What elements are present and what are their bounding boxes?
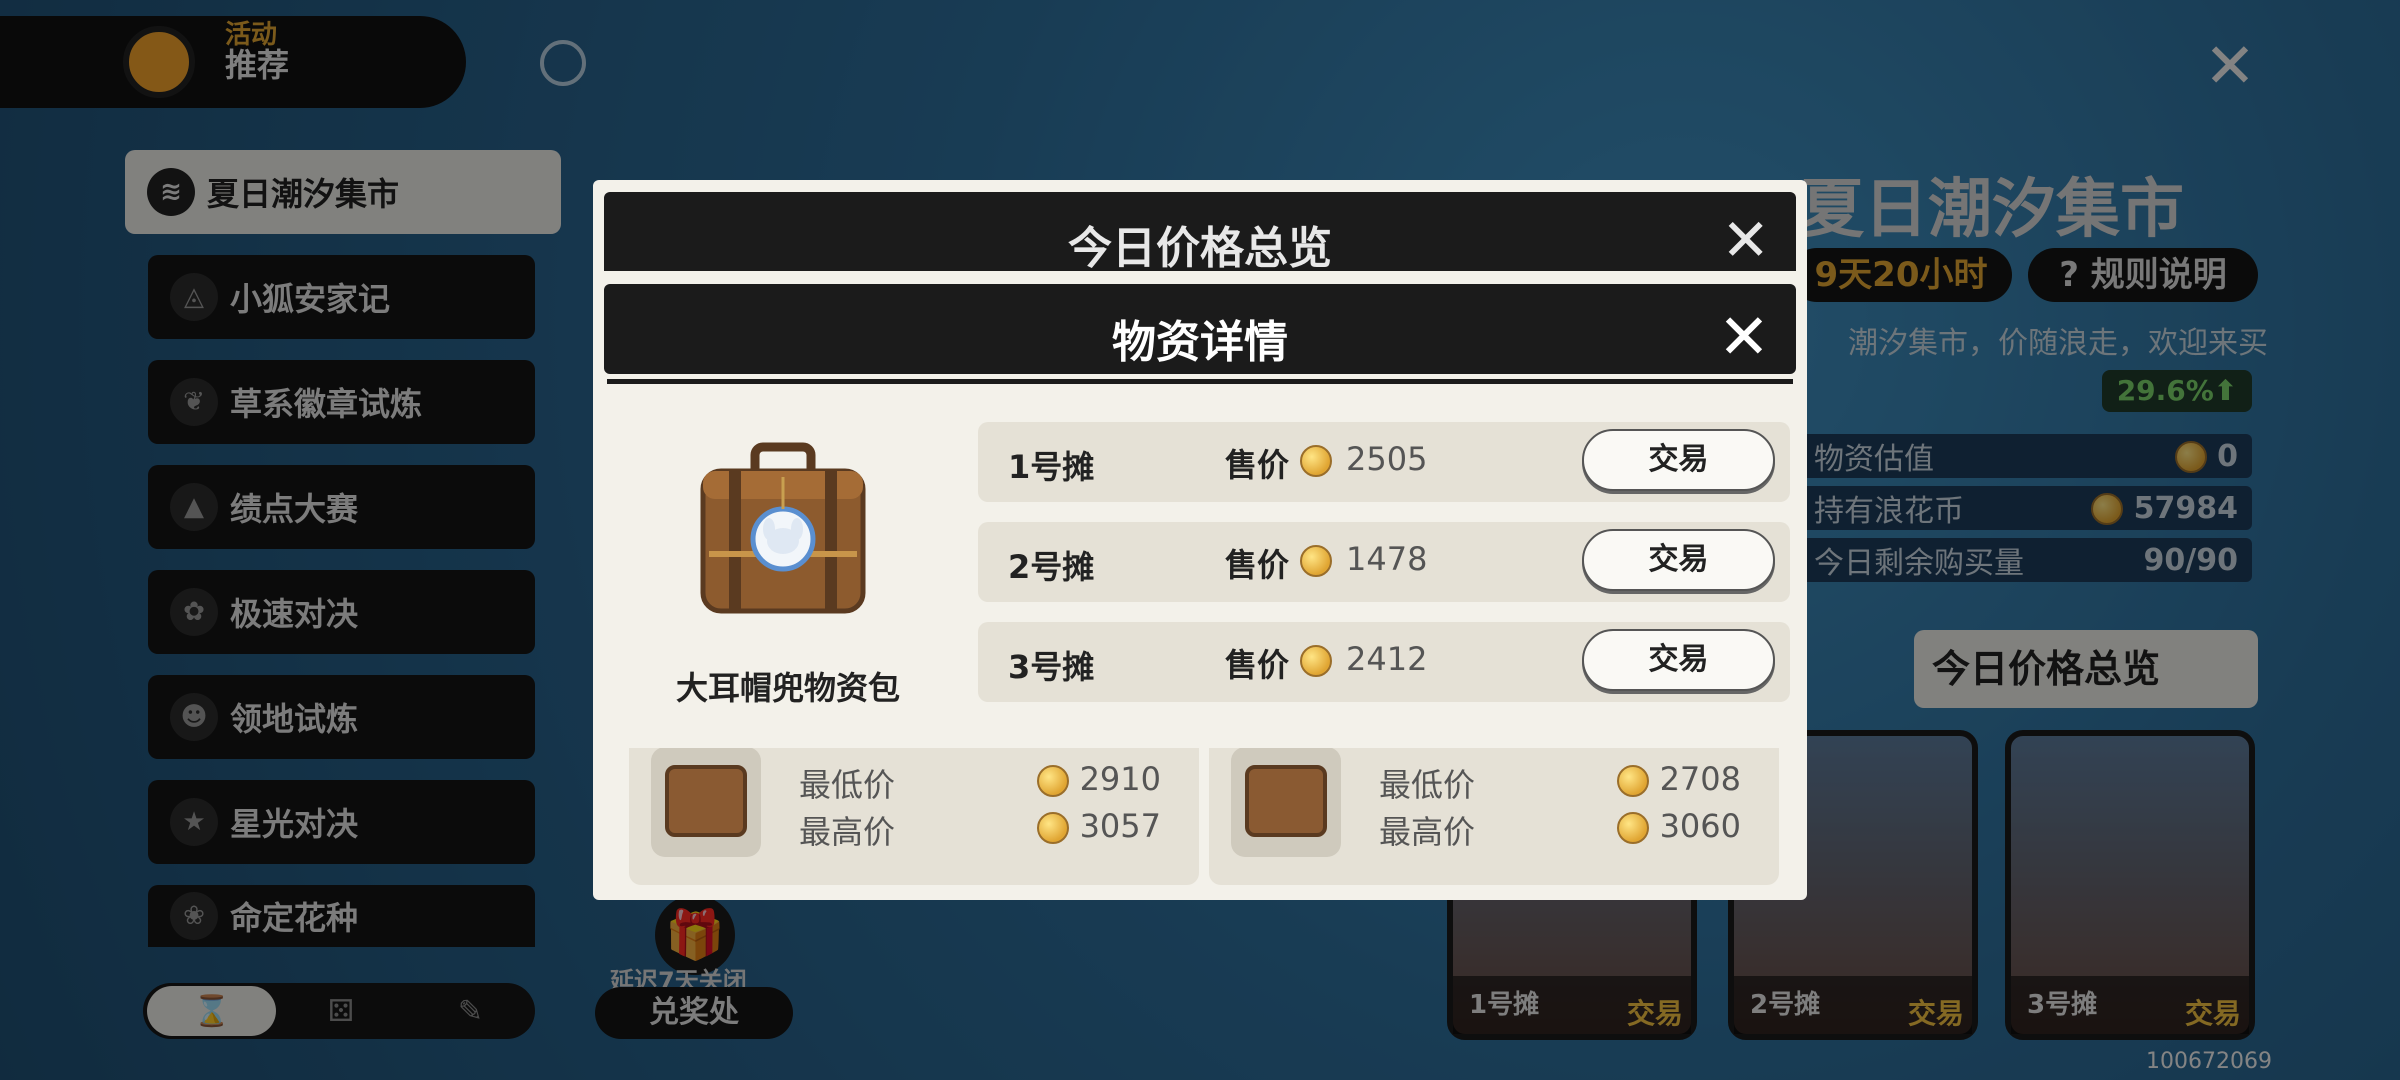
coin-icon	[1617, 812, 1650, 844]
max-price-label: 最高价	[799, 813, 896, 851]
modal-header: 物资详情 ✕	[604, 284, 1796, 374]
coin-icon	[1300, 445, 1332, 477]
min-price-label: 最低价	[1379, 766, 1476, 804]
coin-icon	[1037, 765, 1070, 797]
modal-header: 今日价格总览 ✕	[604, 192, 1796, 278]
price-label: 售价	[1225, 446, 1290, 484]
trade-button[interactable]: 交易	[1582, 629, 1775, 691]
max-price-value: 3060	[1659, 807, 1741, 845]
price-value: 1478	[1346, 540, 1428, 578]
price-label: 售价	[1225, 546, 1290, 584]
modal-title: 今日价格总览	[1068, 223, 1332, 274]
price-value: 2412	[1346, 640, 1428, 678]
close-icon[interactable]: ✕	[1718, 300, 1770, 373]
price-value: 2505	[1346, 440, 1428, 478]
stall-row-1: 1号摊 售价 2505 交易	[978, 422, 1790, 502]
stall-row-2: 2号摊 售价 1478 交易	[978, 522, 1790, 602]
close-icon[interactable]: ✕	[1721, 206, 1770, 274]
coin-icon	[1300, 545, 1332, 577]
price-label: 售价	[1225, 646, 1290, 684]
coin-icon	[1300, 645, 1332, 677]
overview-item-card: 最低价 2910 最高价 3057	[629, 725, 1199, 885]
item-detail-modal: 物资详情 ✕ 大耳帽兜物资包 1号摊 售价 2505 交易 2号摊 售价 147…	[593, 271, 1807, 748]
max-price-label: 最高价	[1379, 813, 1476, 851]
stall-name: 1号摊	[1008, 448, 1095, 486]
item-name: 大耳帽兜物资包	[675, 669, 900, 707]
trade-button[interactable]: 交易	[1582, 529, 1775, 591]
min-price-value: 2910	[1079, 760, 1161, 798]
overview-item-card: 最低价 2708 最高价 3060	[1209, 725, 1779, 885]
supply-bag-icon	[651, 747, 761, 857]
max-price-value: 3057	[1079, 807, 1161, 845]
modal-title: 物资详情	[1112, 317, 1288, 368]
suitcase-icon	[693, 441, 873, 621]
stall-name: 2号摊	[1008, 548, 1095, 586]
stall-row-3: 3号摊 售价 2412 交易	[978, 622, 1790, 702]
min-price-value: 2708	[1659, 760, 1741, 798]
coin-icon	[1617, 765, 1650, 797]
min-price-label: 最低价	[799, 766, 896, 804]
supply-bag-icon	[1231, 747, 1341, 857]
stall-name: 3号摊	[1008, 648, 1095, 686]
trade-button[interactable]: 交易	[1582, 429, 1775, 491]
header-divider	[607, 379, 1793, 384]
coin-icon	[1037, 812, 1070, 844]
